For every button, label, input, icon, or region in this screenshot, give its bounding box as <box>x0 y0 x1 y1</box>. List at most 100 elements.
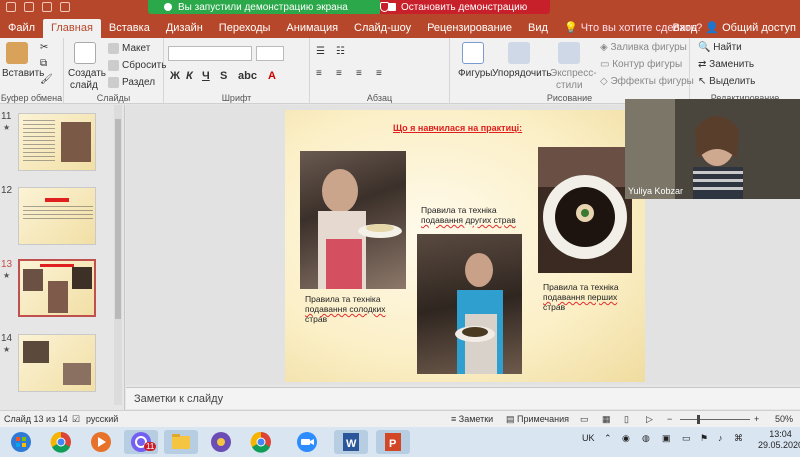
shapes-icon[interactable] <box>462 42 484 64</box>
numbering-icon[interactable]: ☷ <box>336 46 345 57</box>
align-right-icon[interactable]: ≡ <box>356 68 362 79</box>
tray-chevron-icon[interactable]: ⌃ <box>604 433 612 444</box>
tray-app-icon[interactable]: ▣ <box>662 433 671 444</box>
undo-icon[interactable] <box>24 2 34 12</box>
scrollbar-thumb[interactable] <box>115 119 121 319</box>
new-slide-icon[interactable] <box>74 42 96 64</box>
powerpoint-icon[interactable]: P <box>376 430 410 454</box>
current-slide[interactable]: Що я навчилася на практиці: Правила та т… <box>285 110 645 382</box>
notes-placeholder[interactable]: Заметки к слайду <box>134 393 223 405</box>
clock[interactable]: 13:04 29.05.2020 <box>758 429 800 451</box>
quick-styles-button-line2[interactable]: стили <box>556 80 583 91</box>
viber-icon[interactable]: 11 <box>124 430 158 454</box>
quick-styles-button[interactable]: Экспресс- <box>550 68 597 79</box>
bullets-icon[interactable]: ☰ <box>316 46 325 57</box>
windows-start-icon[interactable] <box>4 430 38 454</box>
reset-button[interactable]: Сбросить <box>108 60 166 71</box>
slide-thumbnail-13-selected[interactable] <box>18 259 96 317</box>
webcam-video[interactable]: Yuliya Kobzar <box>625 99 800 199</box>
arrange-button[interactable]: Упорядочить <box>492 68 552 79</box>
photo-soup[interactable] <box>538 147 632 273</box>
share-button[interactable]: 👤 Общий доступ <box>705 19 796 38</box>
strikethrough-icon[interactable]: abc <box>238 70 257 82</box>
italic-icon[interactable]: К <box>186 70 193 82</box>
slideshow-view-icon[interactable]: ▷ <box>646 414 653 425</box>
tray-app-icon[interactable]: ◍ <box>642 433 650 444</box>
vpn-icon[interactable] <box>204 430 238 454</box>
flag-icon[interactable]: ⚑ <box>700 433 708 444</box>
select-button[interactable]: ↖ Выделить <box>698 76 755 87</box>
justify-icon[interactable]: ≡ <box>376 68 382 79</box>
save-icon[interactable] <box>6 2 16 12</box>
zoom-out-icon[interactable]: − <box>667 414 672 424</box>
font-name-input[interactable] <box>168 46 252 61</box>
slide-sorter-icon[interactable]: ▦ <box>602 414 611 425</box>
arrange-icon[interactable] <box>508 42 530 64</box>
zoom-in-icon[interactable]: + <box>754 414 759 424</box>
file-explorer-icon[interactable] <box>164 430 198 454</box>
slide-thumbnail-11[interactable] <box>18 113 96 171</box>
format-painter-icon[interactable]: 🖌 <box>40 74 53 85</box>
reading-view-icon[interactable]: ▯ <box>624 414 629 425</box>
word-icon[interactable]: W <box>334 430 368 454</box>
slide-thumbnail-12[interactable] <box>18 187 96 245</box>
find-button[interactable]: 🔍 Найти <box>698 42 742 53</box>
shape-effects-button[interactable]: ◇ Эффекты фигуры <box>600 76 694 87</box>
volume-icon[interactable]: ♪ <box>718 433 723 443</box>
tab-design[interactable]: Дизайн <box>158 19 211 38</box>
tab-home[interactable]: Главная <box>43 19 101 38</box>
slide-title[interactable]: Що я навчилася на практиці: <box>393 123 522 133</box>
caption-desserts[interactable]: Правила та техніка подавання солодких ст… <box>305 294 386 324</box>
photo-dessert[interactable] <box>300 151 406 289</box>
shapes-button[interactable]: Фигуры <box>458 68 492 79</box>
section-button[interactable]: Раздел <box>108 77 155 88</box>
font-size-input[interactable] <box>256 46 284 61</box>
font-color-icon[interactable]: A <box>268 70 276 82</box>
align-left-icon[interactable]: ≡ <box>316 68 322 79</box>
copy-icon[interactable]: ⧉ <box>40 58 47 69</box>
network-icon[interactable]: ⌘ <box>734 433 743 444</box>
tab-review[interactable]: Рецензирование <box>419 19 520 38</box>
paste-icon[interactable] <box>6 42 28 64</box>
zoom-slider[interactable] <box>680 419 750 420</box>
thumbs-scrollbar[interactable] <box>114 105 122 405</box>
quick-styles-icon[interactable] <box>558 42 580 64</box>
notes-toggle[interactable]: ≡ Заметки <box>451 414 493 424</box>
language-indicator[interactable]: русский <box>86 414 118 424</box>
chrome-icon[interactable] <box>44 430 78 454</box>
shadow-icon[interactable]: S <box>220 70 227 82</box>
paste-button[interactable]: Вставить <box>2 68 44 79</box>
caption-first-courses[interactable]: Правила та техніка подавання перших стра… <box>543 282 619 312</box>
replace-button[interactable]: ⇄ Заменить <box>698 59 754 70</box>
new-slide-button-line2[interactable]: слайд <box>70 80 98 91</box>
tray-app-icon[interactable]: ◉ <box>622 433 630 444</box>
zoom-app-icon[interactable] <box>290 430 324 454</box>
tab-transitions[interactable]: Переходы <box>211 19 279 38</box>
battery-icon[interactable]: ▭ <box>682 433 691 444</box>
normal-view-icon[interactable]: ▭ <box>580 414 589 425</box>
login-link[interactable]: Вход <box>672 19 697 38</box>
underline-icon[interactable]: Ч <box>202 70 210 82</box>
shape-outline-button[interactable]: ▭ Контур фигуры <box>600 59 682 70</box>
slide-thumbnail-14[interactable] <box>18 334 96 392</box>
photo-second-course[interactable] <box>417 234 522 374</box>
caption-second-courses[interactable]: Правила та техніка подавання других стра… <box>421 205 516 225</box>
layout-button[interactable]: Макет <box>108 43 150 54</box>
keyboard-language[interactable]: UK <box>582 433 595 443</box>
new-slide-button[interactable]: Создать <box>68 68 106 79</box>
spellcheck-icon[interactable]: ☑ <box>72 414 80 425</box>
comments-toggle[interactable]: ▤ Примечания <box>506 414 569 425</box>
tab-slideshow[interactable]: Слайд-шоу <box>346 19 419 38</box>
tab-view[interactable]: Вид <box>520 19 556 38</box>
bold-icon[interactable]: Ж <box>170 70 180 82</box>
redo-icon[interactable] <box>42 2 52 12</box>
media-player-icon[interactable] <box>84 430 118 454</box>
cut-icon[interactable]: ✂ <box>40 42 48 53</box>
stop-share-button[interactable]: Остановить демонстрацию <box>380 0 550 14</box>
tab-insert[interactable]: Вставка <box>101 19 158 38</box>
start-slideshow-icon[interactable] <box>60 2 70 12</box>
chrome-icon[interactable] <box>244 430 278 454</box>
tab-file[interactable]: Файл <box>0 19 43 38</box>
zoom-slider-handle[interactable] <box>697 415 700 424</box>
shape-fill-button[interactable]: ◈ Заливка фигуры <box>600 42 687 53</box>
